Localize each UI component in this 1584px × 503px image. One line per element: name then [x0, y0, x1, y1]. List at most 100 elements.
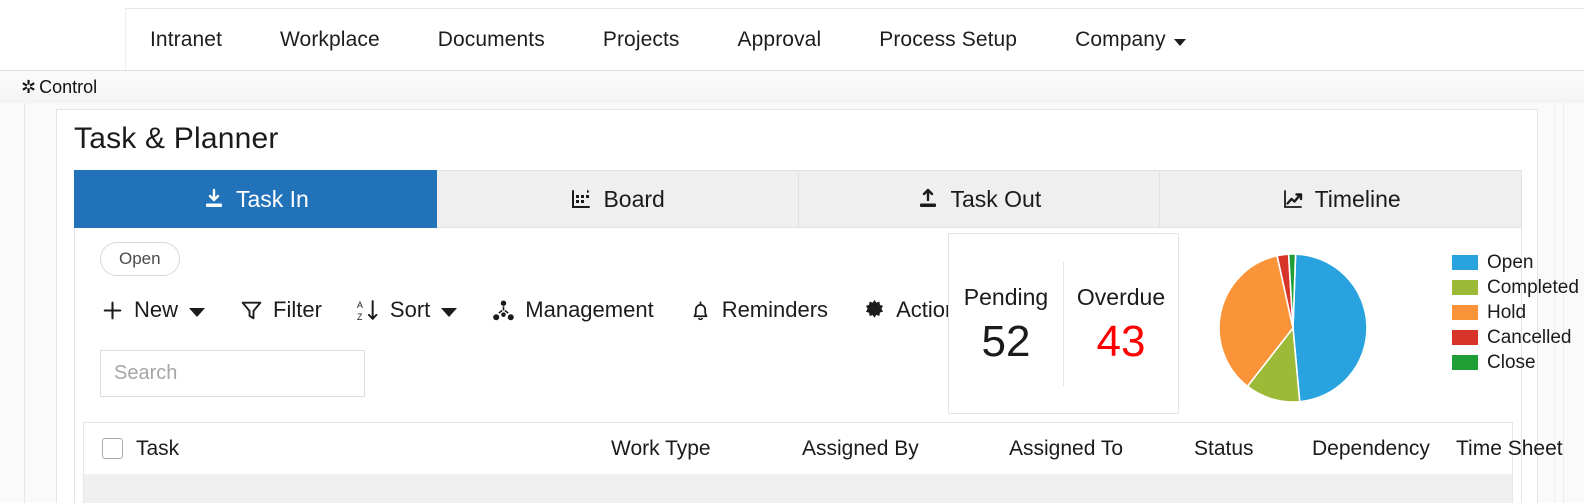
- svg-text:Z: Z: [357, 311, 363, 321]
- toolbar-item-label: Filter: [273, 297, 322, 322]
- legend-label: Hold: [1487, 302, 1527, 323]
- stat-pending-label: Pending: [963, 283, 1049, 310]
- task-table-body: [83, 474, 1513, 503]
- legend-swatch: [1452, 305, 1478, 320]
- nav-item-label: Projects: [602, 28, 680, 51]
- legend-swatch: [1452, 280, 1478, 295]
- legend-item-hold[interactable]: Hold: [1452, 303, 1579, 322]
- status-pie-chart: [1218, 253, 1368, 403]
- search-input[interactable]: [100, 350, 365, 397]
- toolbar-filter-button[interactable]: Filter: [239, 297, 356, 323]
- table-col-work-type[interactable]: Work Type: [611, 437, 711, 461]
- table-col-time-sheet[interactable]: Time Sheet: [1456, 437, 1563, 461]
- nav-item-label: Process Setup: [879, 28, 1018, 51]
- nav-item-workplace[interactable]: Workplace: [251, 28, 409, 52]
- plus-icon: [100, 298, 125, 323]
- legend-item-close[interactable]: Close: [1452, 353, 1579, 372]
- legend-item-cancelled[interactable]: Cancelled: [1452, 328, 1579, 347]
- table-col-assigned-to[interactable]: Assigned To: [1009, 437, 1123, 461]
- svg-text:A: A: [357, 299, 363, 309]
- nav-item-label: Documents: [437, 28, 545, 51]
- stat-overdue: Overdue 43: [1064, 284, 1178, 364]
- status-pie-chart-container: Open Completed Hold Cancelled Close: [1195, 228, 1579, 418]
- nav-item-label: Workplace: [280, 28, 380, 51]
- top-navigation-bar: Intranet Workplace Documents Projects Approv…: [0, 0, 1584, 71]
- gear-icon: ✲: [21, 77, 37, 97]
- legend-label: Open: [1487, 252, 1534, 273]
- table-col-task: Task: [102, 437, 179, 461]
- board-icon: [569, 187, 593, 211]
- task-planner-card: Task & Planner Task In Board Task Out Timel…: [56, 109, 1579, 503]
- table-col-status[interactable]: Status: [1194, 437, 1254, 461]
- toolbar-reminders-button[interactable]: Reminders: [688, 297, 862, 323]
- top-navigation-inner: Intranet Workplace Documents Projects Approv…: [125, 8, 1584, 71]
- legend-label: Completed: [1487, 277, 1579, 298]
- sort-az-icon: AZ: [356, 298, 381, 323]
- tab-label: Timeline: [1314, 185, 1401, 212]
- toolbar-item-label: New: [134, 297, 179, 322]
- funnel-icon: [239, 298, 264, 323]
- control-strip: ✲ Control: [0, 71, 1584, 103]
- tab-task-in[interactable]: Task In: [74, 170, 437, 228]
- tab-label: Board: [603, 185, 665, 212]
- nav-item-company[interactable]: Company: [1046, 28, 1215, 52]
- select-all-checkbox[interactable]: [102, 438, 123, 459]
- status-chip-open[interactable]: Open: [100, 242, 180, 276]
- stat-pending-value: 52: [981, 316, 1031, 366]
- tab-label: Task Out: [950, 185, 1042, 212]
- legend-item-open[interactable]: Open: [1452, 253, 1579, 272]
- table-col-assigned-by[interactable]: Assigned By: [802, 437, 919, 461]
- pie-slice-open[interactable]: [1292, 253, 1368, 403]
- download-icon: [202, 187, 226, 211]
- task-table-header: Task Work Type Assigned By Assigned To Stat…: [83, 422, 1563, 474]
- nav-item-process-setup[interactable]: Process Setup: [850, 28, 1046, 52]
- gear-icon: [862, 298, 887, 323]
- nav-item-projects[interactable]: Projects: [574, 28, 709, 52]
- nav-item-documents[interactable]: Documents: [409, 28, 574, 52]
- pie-legend: Open Completed Hold Cancelled Close: [1452, 253, 1579, 372]
- toolbar-item-label: Sort: [389, 297, 431, 322]
- table-col-task-label: Task: [136, 436, 180, 460]
- toolbar-sort-button[interactable]: A Z Sort: [356, 297, 491, 323]
- legend-item-completed[interactable]: Completed: [1452, 278, 1579, 297]
- app-root: Intranet Workplace Documents Projects Approv…: [0, 0, 1584, 503]
- stats-card: Pending 52 Overdue 43: [948, 233, 1179, 414]
- page-title: Task & Planner: [74, 122, 279, 155]
- chevron-down-icon: [1173, 38, 1186, 46]
- control-breadcrumb[interactable]: ✲ Control: [21, 77, 97, 98]
- legend-swatch: [1452, 330, 1478, 345]
- nav-item-label: Company: [1075, 28, 1166, 51]
- nav-item-label: Intranet: [150, 28, 223, 51]
- stat-overdue-label: Overdue: [1076, 283, 1166, 310]
- tab-board[interactable]: Board: [436, 170, 799, 228]
- nav-item-approval[interactable]: Approval: [709, 28, 851, 52]
- chevron-down-icon: [441, 307, 458, 317]
- tab-task-out[interactable]: Task Out: [798, 170, 1161, 228]
- legend-label: Cancelled: [1487, 327, 1572, 348]
- action-toolbar: New Filter A Z Sort Management Reminders Action: [100, 290, 1018, 330]
- legend-swatch: [1452, 255, 1478, 270]
- upload-icon: [916, 187, 940, 211]
- page-left-divider: [24, 103, 25, 503]
- toolbar-item-label: Reminders: [721, 297, 829, 322]
- toolbar-management-button[interactable]: Management: [491, 297, 687, 323]
- nav-item-intranet[interactable]: Intranet: [126, 28, 251, 52]
- legend-label: Close: [1487, 352, 1536, 373]
- toolbar-new-button[interactable]: New: [100, 297, 239, 323]
- tab-timeline[interactable]: Timeline: [1160, 170, 1522, 228]
- stat-overdue-value: 43: [1096, 316, 1146, 366]
- bell-icon: [688, 298, 713, 323]
- top-navigation-list: Intranet Workplace Documents Projects Approv…: [126, 9, 1215, 71]
- legend-swatch: [1452, 355, 1478, 370]
- line-chart-icon: [1281, 187, 1305, 211]
- nav-item-label: Approval: [737, 28, 822, 51]
- chevron-down-icon: [189, 307, 206, 317]
- org-chart-icon: [491, 298, 516, 323]
- tab-strip: Task In Board Task Out Timeline: [74, 170, 1522, 228]
- tab-label: Task In: [235, 185, 309, 212]
- toolbar-item-label: Management: [525, 297, 654, 322]
- control-label: Control: [39, 76, 98, 97]
- stat-pending: Pending 52: [949, 284, 1063, 364]
- task-in-panel: Open New Filter A Z Sort Management Reminders A…: [74, 228, 1579, 503]
- table-col-dependency[interactable]: Dependency: [1312, 437, 1430, 461]
